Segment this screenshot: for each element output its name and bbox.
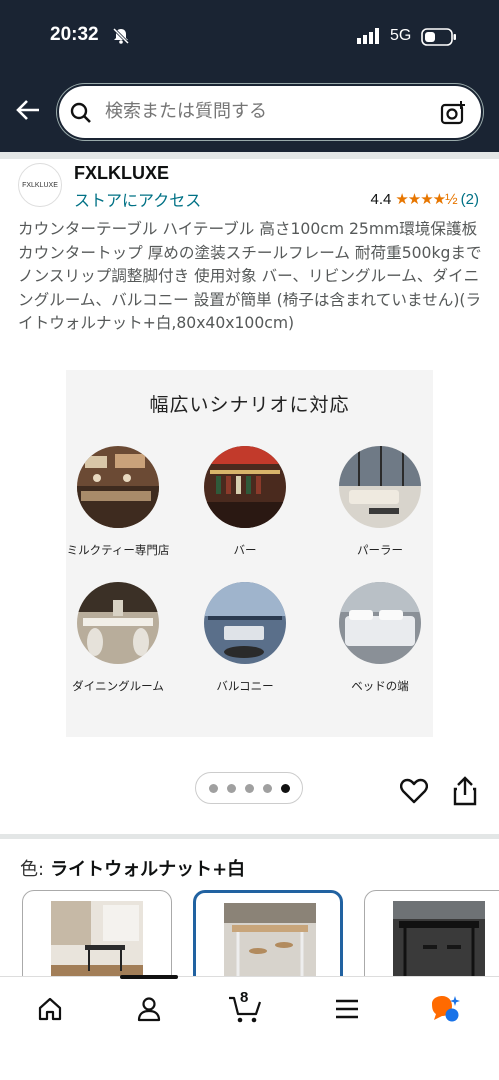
carousel-dot[interactable] bbox=[208, 783, 218, 793]
nav-rufus[interactable] bbox=[425, 991, 465, 1031]
search-icon bbox=[69, 101, 93, 129]
bar-image bbox=[204, 446, 286, 528]
search-header bbox=[0, 70, 499, 152]
color-key: 色: bbox=[20, 859, 45, 880]
rating-count[interactable]: (2) bbox=[461, 191, 479, 208]
color-value: ライトウォルナット+白 bbox=[50, 859, 246, 880]
nav-cart[interactable]: 8 bbox=[226, 989, 266, 1031]
camera-icon[interactable] bbox=[439, 99, 467, 131]
back-arrow-icon[interactable] bbox=[14, 96, 42, 128]
network-type: 5G bbox=[390, 27, 412, 44]
person-icon bbox=[136, 996, 162, 1026]
bedside-image bbox=[339, 582, 421, 664]
divider bbox=[0, 834, 499, 839]
battery-icon bbox=[421, 28, 457, 50]
scene-dining-room: ダイニングルーム bbox=[63, 582, 173, 694]
menu-icon bbox=[334, 998, 360, 1024]
bell-muted-icon bbox=[112, 27, 130, 49]
divider bbox=[0, 152, 499, 159]
scene-bedside: ベッドの端 bbox=[325, 582, 435, 694]
swatch-image bbox=[224, 903, 316, 983]
ai-assistant-icon bbox=[428, 994, 462, 1028]
scene-bar: バー bbox=[190, 446, 300, 558]
bottom-nav: 8 bbox=[0, 975, 499, 1080]
status-time: 20:32 bbox=[50, 24, 99, 45]
signal-icon bbox=[357, 28, 383, 48]
milk-tea-shop-image bbox=[77, 446, 159, 528]
scene-balcony: バルコニー bbox=[190, 582, 300, 694]
rating-value: 4.4 bbox=[370, 190, 392, 208]
scene-label: ベッドの端 bbox=[351, 679, 409, 693]
heart-icon[interactable] bbox=[400, 778, 428, 808]
nav-home[interactable] bbox=[30, 991, 70, 1031]
nav-menu[interactable] bbox=[327, 991, 367, 1031]
product-image[interactable]: 幅広いシナリオに対応 ミルクティー専門店 バー パーラー ダイニングルーム バル… bbox=[66, 370, 433, 737]
scene-parlor: パーラー bbox=[325, 446, 435, 558]
nav-active-indicator bbox=[120, 975, 178, 979]
color-label: 色: ライトウォルナット+白 bbox=[20, 855, 245, 881]
scene-label: ダイニングルーム bbox=[72, 679, 164, 693]
scene-label: パーラー bbox=[357, 543, 403, 557]
image-carousel-indicator[interactable] bbox=[195, 772, 303, 804]
carousel-dot[interactable] bbox=[262, 783, 272, 793]
nav-account[interactable] bbox=[129, 991, 169, 1031]
carousel-dot[interactable] bbox=[244, 783, 254, 793]
dining-room-image bbox=[77, 582, 159, 664]
scene-milk-tea-shop: ミルクティー専門店 bbox=[63, 446, 173, 558]
home-icon bbox=[37, 996, 63, 1026]
balcony-image bbox=[204, 582, 286, 664]
star-rating-icon: ★★★★½ bbox=[395, 191, 457, 208]
swatch-image bbox=[393, 901, 485, 981]
color-swatch[interactable] bbox=[364, 890, 499, 990]
cart-count: 8 bbox=[240, 989, 249, 1006]
color-swatch-selected[interactable] bbox=[193, 890, 343, 990]
scene-label: バー bbox=[233, 543, 257, 557]
search-box[interactable] bbox=[57, 84, 483, 140]
share-icon[interactable] bbox=[452, 776, 478, 810]
rating-summary[interactable]: 4.4 ★★★★½ (2) bbox=[370, 190, 479, 209]
image-heading: 幅広いシナリオに対応 bbox=[149, 394, 350, 416]
visit-store-link[interactable]: ストアにアクセス bbox=[74, 187, 201, 211]
swatch-image bbox=[51, 901, 143, 981]
status-bar: 20:32 5G bbox=[0, 0, 499, 70]
scene-label: ミルクティー専門店 bbox=[66, 543, 170, 557]
carousel-dot-active[interactable] bbox=[280, 783, 290, 793]
product-title: カウンターテーブル ハイテーブル 高さ100cm 25mm環境保護板カウンタート… bbox=[18, 220, 482, 332]
search-input[interactable] bbox=[105, 101, 425, 122]
scene-label: バルコニー bbox=[216, 679, 274, 693]
carousel-dot[interactable] bbox=[226, 783, 236, 793]
store-name: FXLKLUXE bbox=[74, 163, 170, 183]
store-logo[interactable]: FXLKLUXE bbox=[18, 163, 62, 207]
parlor-image bbox=[339, 446, 421, 528]
